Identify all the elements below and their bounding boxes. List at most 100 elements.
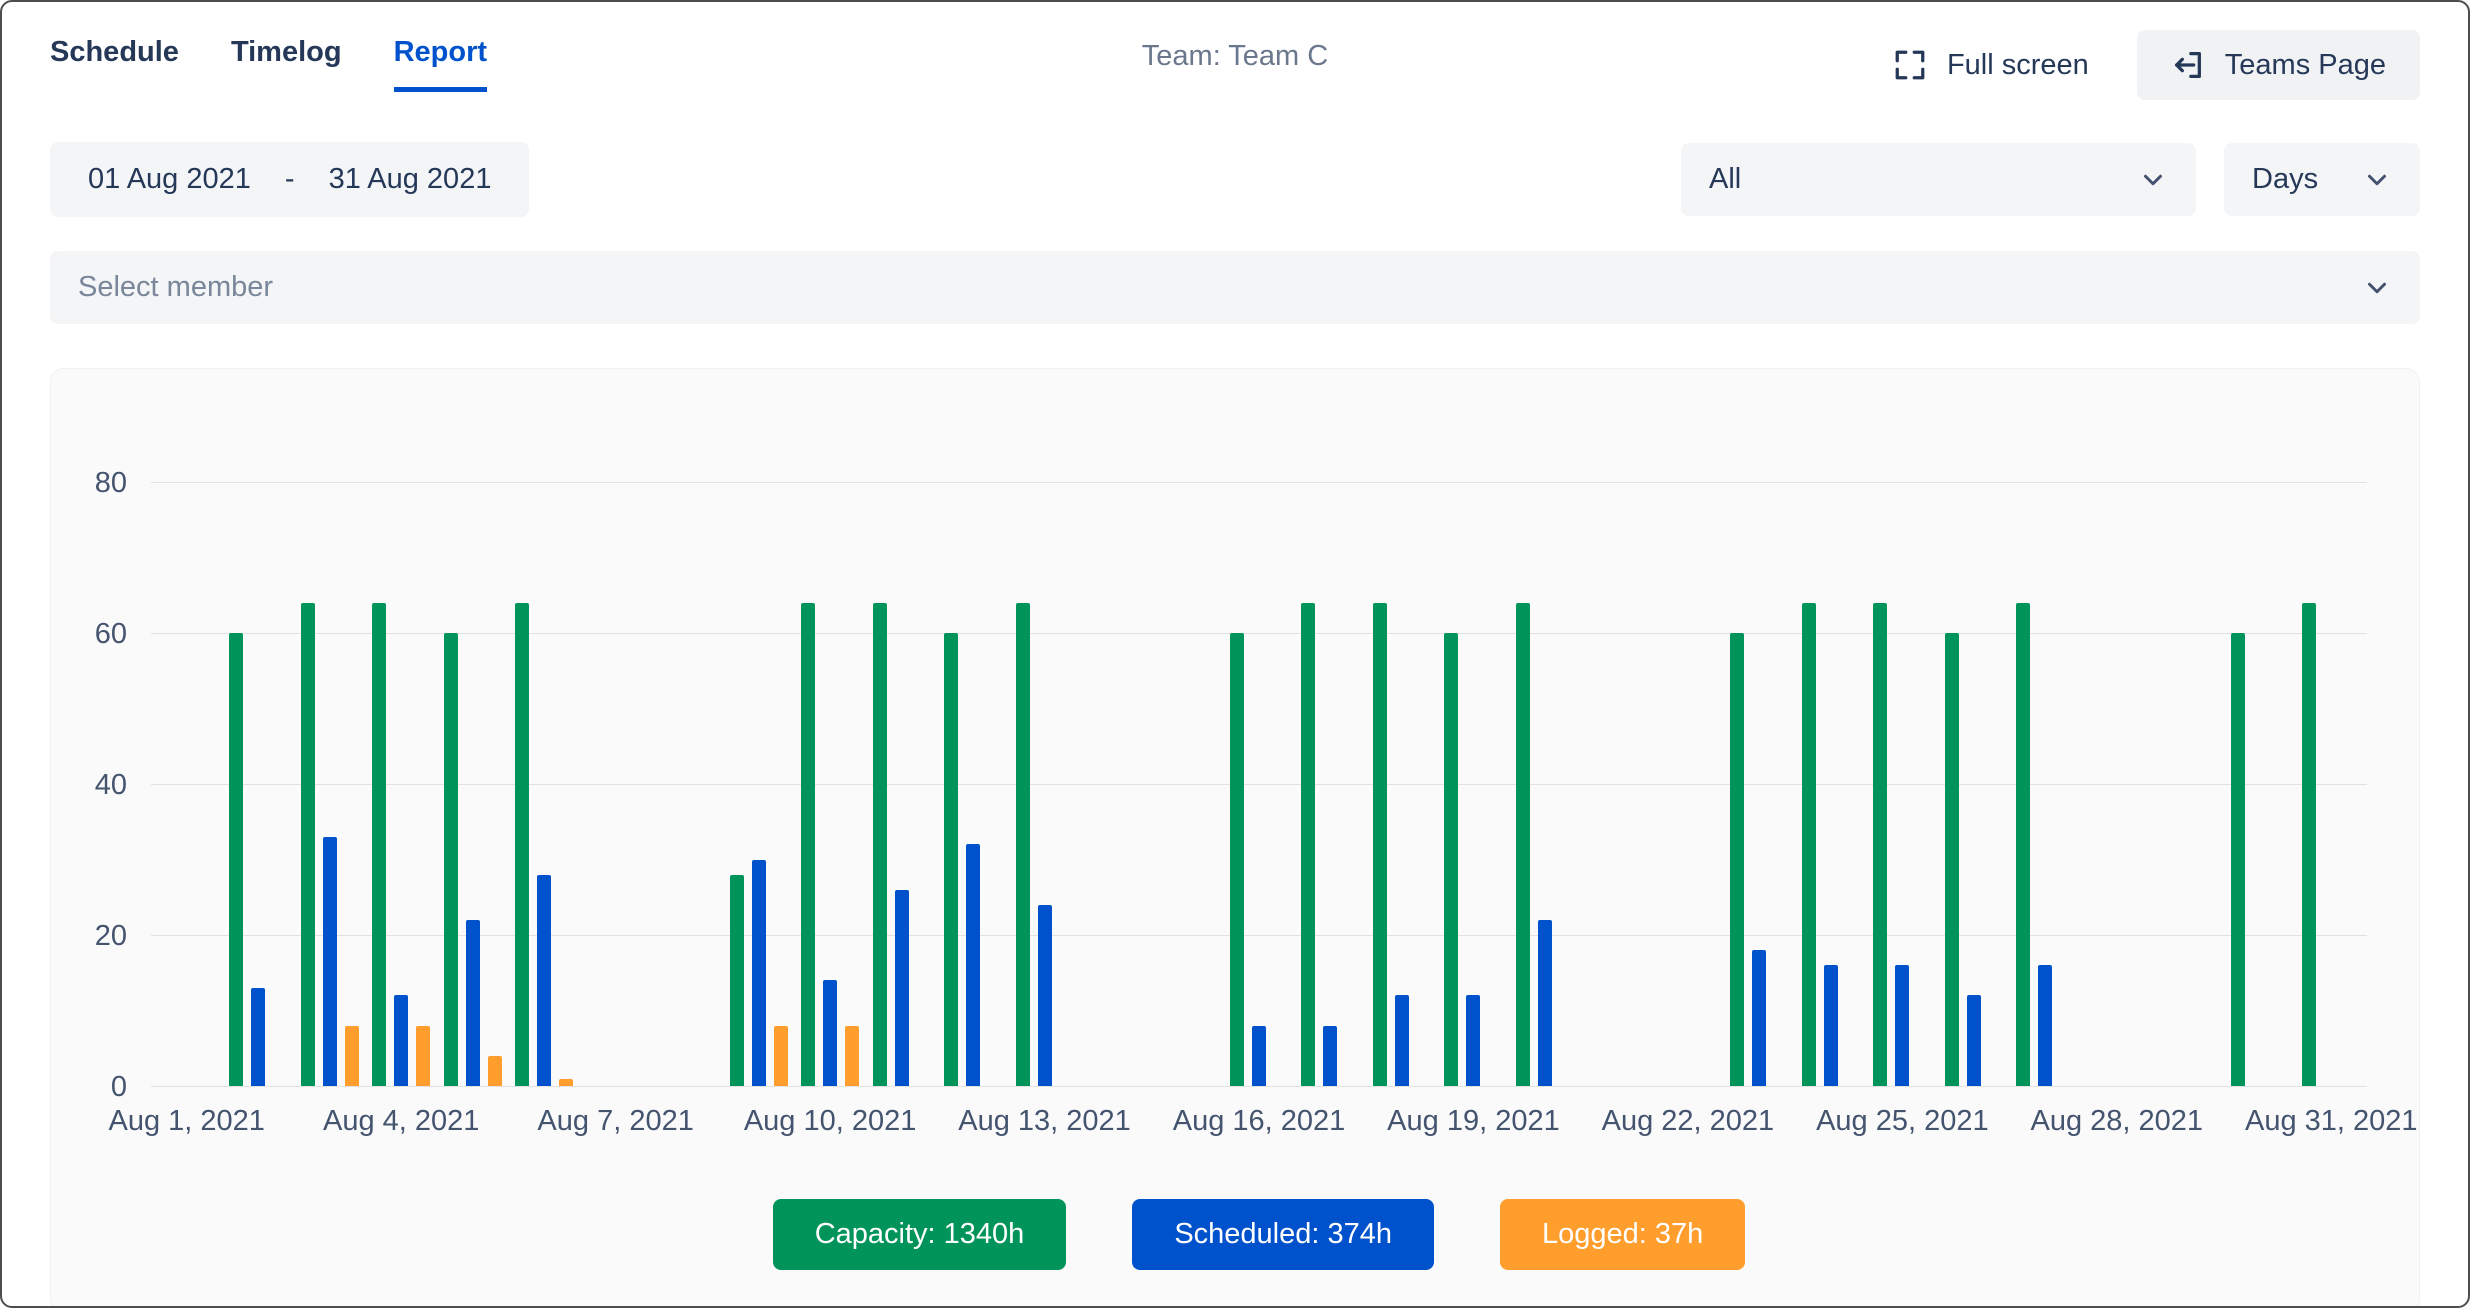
bar-logged-aug5 xyxy=(488,1056,502,1086)
category-filter-select[interactable]: All xyxy=(1681,143,2196,216)
tab-timelog[interactable]: Timelog xyxy=(231,36,342,92)
legend-chip-logged[interactable]: Logged: 37h xyxy=(1500,1199,1745,1270)
bar-scheduled-aug4 xyxy=(394,995,408,1086)
y-axis-label-60: 60 xyxy=(67,617,127,651)
bar-scheduled-aug2 xyxy=(251,988,265,1086)
x-axis-label-aug16: Aug 16, 2021 xyxy=(1173,1105,1346,1138)
bar-plot: 020406080Aug 1, 2021Aug 4, 2021Aug 7, 20… xyxy=(151,427,2367,1087)
x-axis-label-aug1: Aug 1, 2021 xyxy=(109,1105,265,1138)
x-axis-label-aug31: Aug 31, 2021 xyxy=(2245,1105,2418,1138)
tab-schedule[interactable]: Schedule xyxy=(50,36,179,92)
teams-page-label: Teams Page xyxy=(2225,49,2386,82)
app-window: Schedule Timelog Report Team: Team C Ful… xyxy=(0,0,2470,1308)
bar-capacity-aug11 xyxy=(873,603,887,1086)
bar-scheduled-aug27 xyxy=(2038,965,2052,1086)
gridline-y60 xyxy=(151,633,2367,634)
x-axis-label-aug25: Aug 25, 2021 xyxy=(1816,1105,1989,1138)
bar-logged-aug10 xyxy=(845,1026,859,1086)
bar-scheduled-aug18 xyxy=(1395,995,1409,1086)
y-axis-label-0: 0 xyxy=(67,1070,127,1104)
bar-logged-aug9 xyxy=(774,1026,788,1086)
chevron-down-icon xyxy=(2362,165,2392,195)
bar-capacity-aug17 xyxy=(1301,603,1315,1086)
bar-capacity-aug12 xyxy=(944,633,958,1086)
bar-scheduled-aug11 xyxy=(895,890,909,1086)
y-axis-label-80: 80 xyxy=(67,466,127,500)
date-separator: - xyxy=(285,163,295,196)
bar-scheduled-aug3 xyxy=(323,837,337,1086)
x-axis-label-aug13: Aug 13, 2021 xyxy=(958,1105,1131,1138)
date-range-picker[interactable]: 01 Aug 2021 - 31 Aug 2021 xyxy=(50,142,529,217)
bar-capacity-aug2 xyxy=(229,633,243,1086)
chart-legend: Capacity: 1340h Scheduled: 374h Logged: 37… xyxy=(151,1199,2367,1270)
x-axis-label-aug7: Aug 7, 2021 xyxy=(537,1105,693,1138)
bar-scheduled-aug25 xyxy=(1895,965,1909,1086)
select-member-placeholder: Select member xyxy=(78,271,273,304)
bar-scheduled-aug9 xyxy=(752,860,766,1087)
bar-scheduled-aug23 xyxy=(1752,950,1766,1086)
bar-capacity-aug18 xyxy=(1373,603,1387,1086)
bar-scheduled-aug26 xyxy=(1967,995,1981,1086)
bar-scheduled-aug24 xyxy=(1824,965,1838,1086)
header: Schedule Timelog Report Team: Team C Ful… xyxy=(2,2,2468,100)
y-axis-label-20: 20 xyxy=(67,919,127,953)
bar-scheduled-aug10 xyxy=(823,980,837,1086)
bar-capacity-aug10 xyxy=(801,603,815,1086)
bar-capacity-aug13 xyxy=(1016,603,1030,1086)
x-axis-label-aug10: Aug 10, 2021 xyxy=(744,1105,917,1138)
bar-capacity-aug9 xyxy=(730,875,744,1086)
x-axis-label-aug4: Aug 4, 2021 xyxy=(323,1105,479,1138)
bar-capacity-aug6 xyxy=(515,603,529,1086)
teams-page-button[interactable]: Teams Page xyxy=(2137,30,2420,100)
tab-report[interactable]: Report xyxy=(394,36,487,92)
bar-capacity-aug16 xyxy=(1230,633,1244,1086)
category-filter-value: All xyxy=(1709,163,1741,196)
bar-capacity-aug24 xyxy=(1802,603,1816,1086)
granularity-select[interactable]: Days xyxy=(2224,143,2420,216)
gridline-y80 xyxy=(151,482,2367,483)
header-actions: Full screen Teams Page xyxy=(1893,30,2420,100)
fullscreen-label: Full screen xyxy=(1947,49,2089,82)
bar-scheduled-aug19 xyxy=(1466,995,1480,1086)
chevron-down-icon xyxy=(2362,273,2392,303)
member-row: Select member xyxy=(2,251,2468,324)
bar-logged-aug3 xyxy=(345,1026,359,1086)
bar-scheduled-aug12 xyxy=(966,844,980,1086)
tab-bar: Schedule Timelog Report xyxy=(50,36,487,92)
y-axis-label-40: 40 xyxy=(67,768,127,802)
bar-capacity-aug31 xyxy=(2302,603,2316,1086)
chevron-down-icon xyxy=(2138,165,2168,195)
gridline-y0 xyxy=(151,1086,2367,1087)
bar-capacity-aug5 xyxy=(444,633,458,1086)
fullscreen-button[interactable]: Full screen xyxy=(1893,48,2089,82)
bar-scheduled-aug20 xyxy=(1538,920,1552,1086)
report-chart-card: 0 20 40 60 80 Aug 1, 2021 Aug 4, 2021 Aug 7, 20… xyxy=(50,368,2420,1308)
bar-scheduled-aug16 xyxy=(1252,1026,1266,1086)
bar-logged-aug4 xyxy=(416,1026,430,1086)
fullscreen-icon xyxy=(1893,48,1927,82)
exit-icon xyxy=(2171,48,2205,82)
select-member-dropdown[interactable]: Select member xyxy=(50,251,2420,324)
bar-capacity-aug3 xyxy=(301,603,315,1086)
bar-logged-aug6 xyxy=(559,1079,573,1087)
bar-capacity-aug4 xyxy=(372,603,386,1086)
legend-chip-scheduled[interactable]: Scheduled: 374h xyxy=(1132,1199,1434,1270)
filter-row: 01 Aug 2021 - 31 Aug 2021 All Days xyxy=(2,142,2468,217)
x-axis-label-aug19: Aug 19, 2021 xyxy=(1387,1105,1560,1138)
bar-capacity-aug30 xyxy=(2231,633,2245,1086)
date-from: 01 Aug 2021 xyxy=(88,163,251,196)
legend-chip-capacity[interactable]: Capacity: 1340h xyxy=(773,1199,1067,1270)
bar-scheduled-aug6 xyxy=(537,875,551,1086)
x-axis-label-aug28: Aug 28, 2021 xyxy=(2031,1105,2204,1138)
bar-capacity-aug25 xyxy=(1873,603,1887,1086)
bar-capacity-aug27 xyxy=(2016,603,2030,1086)
bar-capacity-aug20 xyxy=(1516,603,1530,1086)
team-title: Team: Team C xyxy=(1142,40,1328,73)
bar-capacity-aug23 xyxy=(1730,633,1744,1086)
date-to: 31 Aug 2021 xyxy=(329,163,492,196)
x-axis-label-aug22: Aug 22, 2021 xyxy=(1602,1105,1775,1138)
gridline-y20 xyxy=(151,935,2367,936)
gridline-y40 xyxy=(151,784,2367,785)
bar-scheduled-aug5 xyxy=(466,920,480,1086)
bar-capacity-aug26 xyxy=(1945,633,1959,1086)
